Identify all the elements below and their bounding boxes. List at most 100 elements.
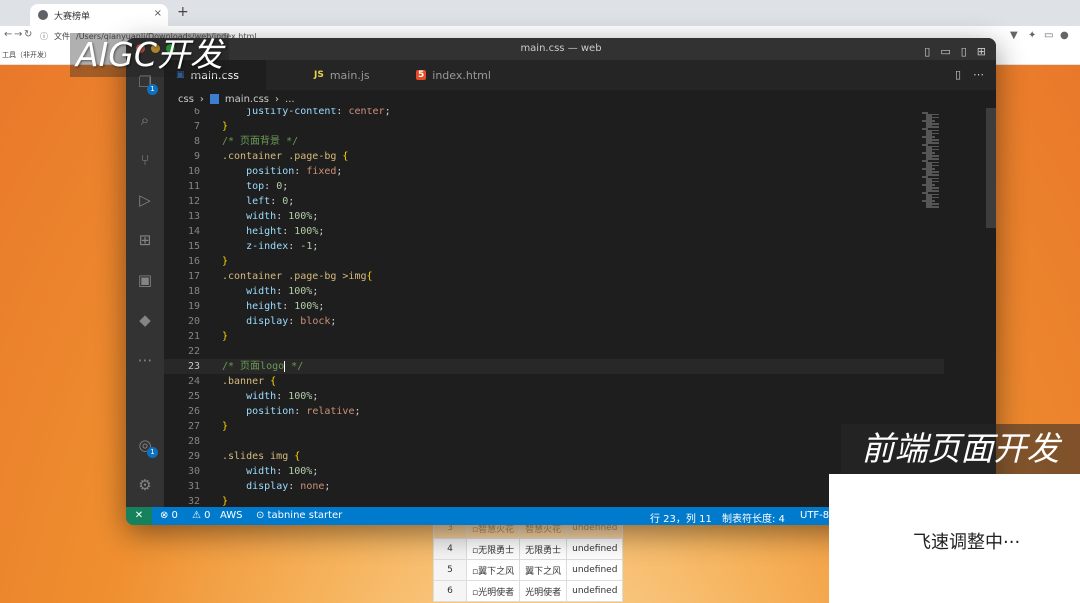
more-actions-icon[interactable]: ⋯ [973, 68, 984, 81]
code-line[interactable]: 15 z-index: -1; [164, 239, 944, 254]
chevron-right-icon: › [199, 93, 204, 105]
tab-size[interactable]: 制表符长度: 4 [722, 510, 785, 525]
code-line[interactable]: 9 .container .page-bg { [164, 149, 944, 164]
sidebar-icon[interactable]: ▭ [1044, 30, 1053, 41]
aws-status[interactable]: AWS [220, 510, 243, 521]
row-index: 6 [433, 580, 467, 602]
code-line[interactable]: 8 /* 页面背景 */ [164, 134, 944, 149]
code-text: left: 0; [246, 196, 295, 207]
line-number: 20 [187, 316, 200, 327]
code-line[interactable]: 21} [164, 329, 944, 344]
tab-main-js[interactable]: JS main.js [302, 60, 402, 90]
code-text: .banner { [222, 376, 277, 387]
value-cell: undefined [566, 580, 624, 602]
code-line[interactable]: 23 /* 页面logo */ [164, 359, 944, 374]
more-icon[interactable]: ⋯ [135, 350, 155, 370]
run-debug-icon[interactable]: ▷ [135, 190, 155, 210]
code-line[interactable]: 17 .container .page-bg >img{ [164, 269, 944, 284]
code-line[interactable]: 10 position: fixed; [164, 164, 944, 179]
code-line[interactable]: 32} [164, 494, 944, 507]
warning-count[interactable]: ⚠ 0 [192, 510, 211, 521]
watermark-aigc: AIGC开发 [70, 33, 229, 77]
code-line[interactable]: 14 height: 100%; [164, 224, 944, 239]
code-line[interactable]: 12 left: 0; [164, 194, 944, 209]
line-number: 18 [187, 286, 200, 297]
cell-text: 翼下之风 [525, 566, 562, 577]
code-line[interactable]: 22 [164, 344, 944, 359]
line-number: 23 [187, 361, 200, 372]
globe-icon [38, 10, 48, 20]
close-tab-icon[interactable]: × [154, 8, 162, 19]
breadcrumb-more[interactable]: ... [285, 94, 295, 105]
profile-icon[interactable]: ● [1060, 30, 1069, 41]
forward-icon[interactable]: → [14, 29, 22, 40]
row-index: 5 [433, 559, 467, 581]
code-line[interactable]: 28 [164, 434, 944, 449]
line-number: 29 [187, 451, 200, 462]
code-line[interactable]: 20 display: block; [164, 314, 944, 329]
code-text: /* 页面背景 */ [222, 136, 299, 147]
cell-text: undefined [572, 565, 618, 575]
breadcrumb-folder[interactable]: css [178, 94, 194, 105]
code-line[interactable]: 30 width: 100%; [164, 464, 944, 479]
css-file-icon [209, 94, 219, 104]
split-editor-icon[interactable]: ▯ [955, 68, 961, 81]
settings-gear-icon[interactable]: ⚙ [135, 475, 155, 495]
code-text: width: 100%; [246, 211, 319, 222]
code-line[interactable]: 24 .banner { [164, 374, 944, 389]
tab-label: index.html [432, 68, 491, 82]
reload-icon[interactable]: ↻ [24, 29, 32, 40]
code-line[interactable]: 29 .slides img { [164, 449, 944, 464]
back-icon[interactable]: ← [4, 29, 12, 40]
line-number: 26 [187, 406, 200, 417]
browser-tab-title: 大赛榜单 [54, 11, 91, 22]
cursor-position[interactable]: 行 23，列 11 [650, 510, 712, 525]
tab-label: main.js [329, 68, 370, 82]
code-line[interactable]: 11 top: 0; [164, 179, 944, 194]
code-text: } [222, 256, 229, 267]
tab-index-html[interactable]: 5 index.html [404, 60, 524, 90]
docker-icon[interactable]: ◆ [135, 310, 155, 330]
code-line[interactable]: 25 width: 100%; [164, 389, 944, 404]
code-line[interactable]: 26 position: relative; [164, 404, 944, 419]
search-icon[interactable]: ⌕ [135, 110, 155, 130]
code-line[interactable]: 27} [164, 419, 944, 434]
tabnine-status[interactable]: ⊙ tabnine starter [256, 510, 342, 521]
error-count[interactable]: ⊗ 0 [160, 510, 178, 521]
code-line[interactable]: 6 justify-content: center; [164, 108, 944, 119]
line-number: 30 [187, 466, 200, 477]
line-number: 12 [187, 196, 200, 207]
cell-text: 无限勇士 [525, 545, 562, 556]
code-line[interactable]: 7} [164, 119, 944, 134]
code-line[interactable]: 19 height: 100%; [164, 299, 944, 314]
overlay-box-text: 飞速调整中··· [913, 532, 1021, 553]
source-control-icon[interactable]: ⑂ [135, 150, 155, 170]
bookmark-item[interactable]: 工具（非开发） [2, 50, 51, 60]
browser-tab-strip: 大赛榜单 × + [0, 0, 1080, 26]
ranking-table: 3 ▫智慧火花 智慧火花 undefined 4 ▫无限勇士 无限勇士 undefined 5 ▫… [433, 517, 624, 602]
name-cell: 无限勇士 [519, 538, 568, 560]
cell-text: 6 [447, 586, 453, 596]
code-line[interactable]: 18 width: 100%; [164, 284, 944, 299]
line-number: 10 [187, 166, 200, 177]
code-text: } [222, 331, 229, 342]
code-text: justify-content: center; [246, 108, 391, 117]
cell-text: 4 [447, 544, 453, 554]
remote-icon[interactable]: ✕ [126, 507, 152, 525]
code-line[interactable]: 31 display: none; [164, 479, 944, 494]
code-text: } [222, 121, 229, 132]
breadcrumb-file[interactable]: main.css [225, 94, 269, 105]
remote-explorer-icon[interactable]: ▣ [135, 270, 155, 290]
new-tab-button[interactable]: + [177, 4, 189, 20]
browser-tab[interactable]: 大赛榜单 × [30, 4, 168, 26]
editor-scrollbar[interactable] [986, 108, 996, 228]
extensions-icon[interactable]: ⊞ [135, 230, 155, 250]
encoding[interactable]: UTF-8 [800, 510, 829, 521]
puzzle-icon[interactable]: ✦ [1028, 30, 1036, 41]
extension-icon[interactable]: ▼ [1010, 30, 1018, 41]
text-cursor [284, 360, 286, 372]
editor-tabs: ▣ main.css JS main.js 5 index.html ▯ ⋯ [164, 60, 996, 90]
table-row: 5 ▫翼下之风 翼下之风 undefined [433, 559, 624, 581]
code-line[interactable]: 13 width: 100%; [164, 209, 944, 224]
code-line[interactable]: 16} [164, 254, 944, 269]
